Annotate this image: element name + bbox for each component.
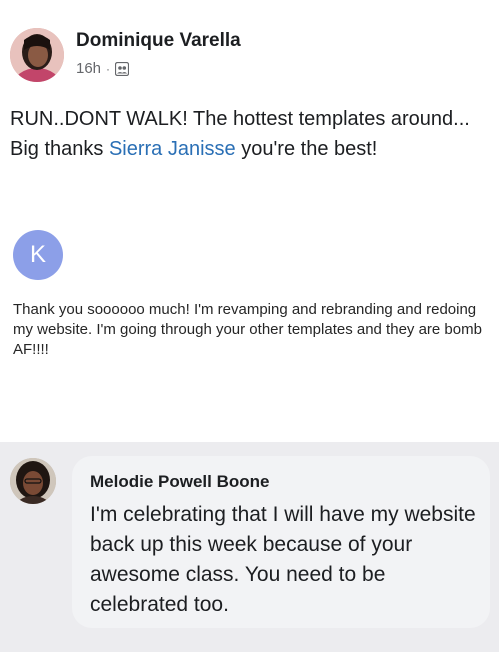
commenter-avatar[interactable] bbox=[10, 458, 56, 504]
post-body: RUN..DONT WALK! The hottest templates ar… bbox=[10, 104, 495, 164]
author-avatar[interactable] bbox=[10, 28, 64, 82]
commenter-photo bbox=[10, 458, 56, 504]
author-photo bbox=[10, 28, 64, 82]
friends-icon[interactable] bbox=[114, 61, 130, 76]
facebook-post: Dominique Varella 16h · RUN..DONT WALK! … bbox=[0, 0, 499, 212]
post-time[interactable]: 16h bbox=[76, 60, 101, 77]
email-message: K Thank you soooooo much! I'm revamping … bbox=[0, 212, 499, 442]
email-body: Thank you soooooo much! I'm revamping an… bbox=[13, 301, 482, 358]
post-text-after: you're the best! bbox=[235, 138, 378, 160]
comment-bubble: Melodie Powell Boone I'm celebrating tha… bbox=[72, 456, 490, 628]
comment-section: Melodie Powell Boone I'm celebrating tha… bbox=[0, 442, 499, 652]
mention-link[interactable]: Sierra Janisse bbox=[109, 138, 236, 160]
comment-text: I'm celebrating that I will have my webs… bbox=[90, 503, 476, 616]
post-meta: 16h · bbox=[76, 60, 130, 77]
sender-avatar: K bbox=[13, 230, 63, 280]
comment-author-name[interactable]: Melodie Powell Boone bbox=[90, 472, 269, 492]
post-author-name[interactable]: Dominique Varella bbox=[76, 30, 241, 52]
meta-separator: · bbox=[106, 61, 111, 76]
